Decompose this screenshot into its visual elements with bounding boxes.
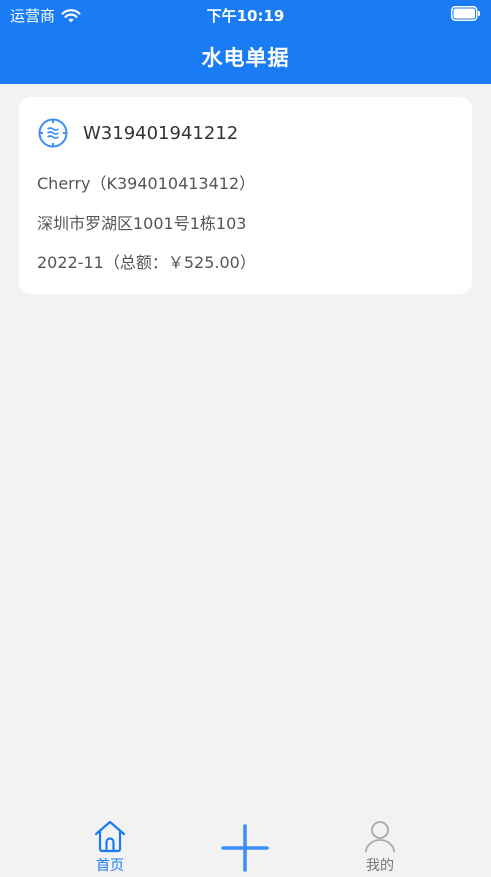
plus-icon	[221, 824, 269, 872]
status-bar: 运营商 下午10:19	[0, 0, 491, 30]
customer-info: Cherry（K394010413412）	[37, 174, 256, 193]
tab-mine-label: 我的	[366, 858, 394, 874]
bill-card-header: W319401941212	[37, 117, 238, 149]
battery-icon	[451, 6, 480, 21]
tab-bar: 首页 我的	[0, 815, 491, 877]
period-total: 2022-11（总额：￥525.00）	[37, 253, 256, 272]
tab-mine[interactable]: 我的	[350, 819, 410, 875]
bill-number: W319401941212	[83, 122, 239, 144]
bill-card[interactable]: W319401941212 Cherry（K394010413412） 深圳市罗…	[19, 97, 472, 294]
tab-home-label: 首页	[96, 858, 124, 874]
water-meter-icon	[38, 118, 68, 148]
tab-home[interactable]: 首页	[80, 819, 140, 875]
add-bill-button[interactable]	[220, 823, 270, 873]
screen: 运营商 下午10:19 水电单据 W319401941212 Cherry（K3…	[0, 0, 491, 877]
clock: 下午10:19	[206, 7, 285, 25]
page-title: 水电单据	[201, 46, 290, 70]
home-icon	[94, 820, 126, 853]
header: 运营商 下午10:19 水电单据	[0, 0, 491, 84]
address: 深圳市罗湖区1001号1栋103	[37, 214, 247, 233]
user-icon	[365, 821, 395, 853]
